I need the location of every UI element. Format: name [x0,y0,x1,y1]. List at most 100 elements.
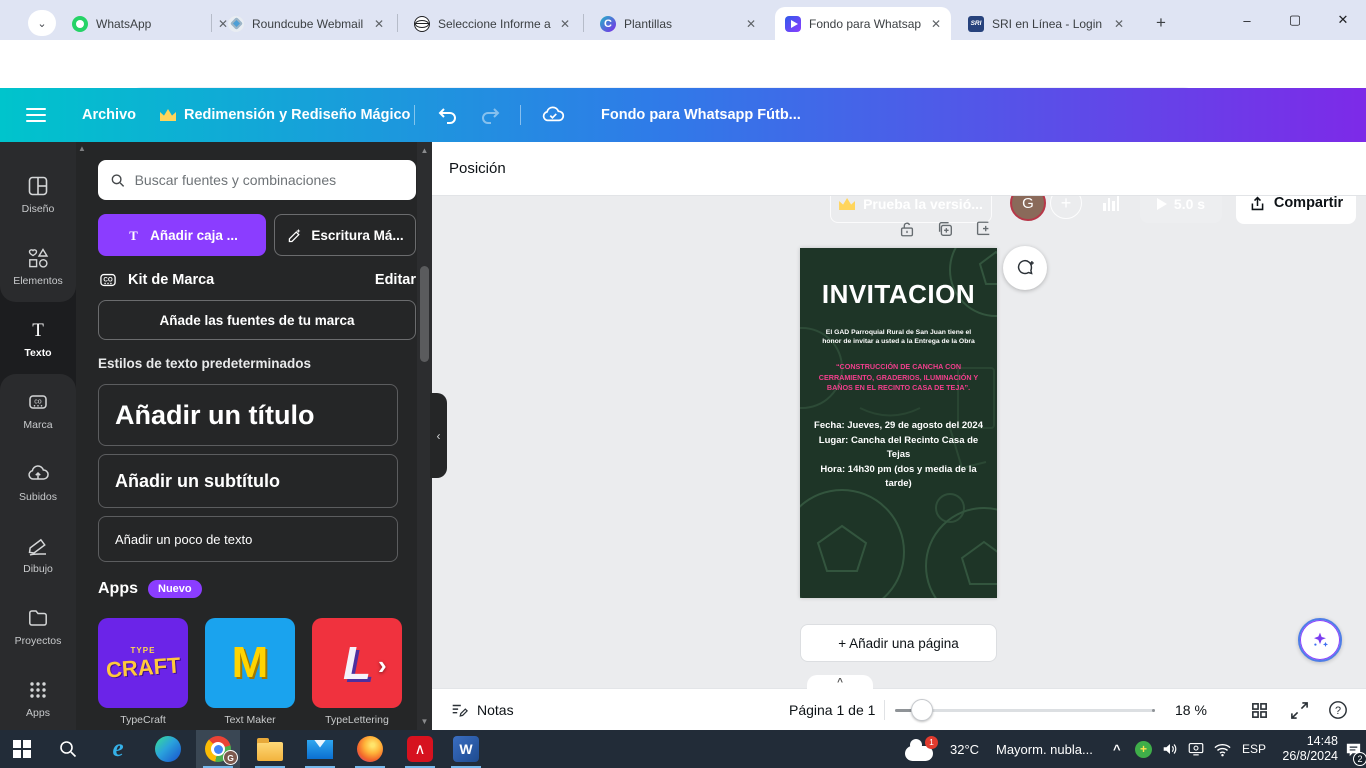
chevron-up-icon: ^ [1113,742,1121,757]
undo-button[interactable] [436,88,460,142]
chrome-profile-badge: G [223,750,238,765]
globe-icon [414,16,430,32]
scroll-down-icon[interactable]: ▼ [417,717,432,726]
sidebar-item-elementos[interactable]: Elementos [0,230,76,302]
zoom-level[interactable]: 18 % [1175,689,1207,731]
unlock-icon[interactable] [898,220,916,238]
page-panel-toggle[interactable]: ^ [807,675,873,689]
design-details-text[interactable]: Fecha: Jueves, 29 de agosto del 2024 Lug… [808,419,989,492]
duplicate-page-icon[interactable] [936,220,954,238]
search-input[interactable] [135,172,404,188]
close-icon[interactable]: ✕ [1114,17,1124,31]
taskbar-ie-icon[interactable]: e [96,730,140,768]
design-page[interactable]: INVITACION El GAD Parroquial Rural de Sa… [800,248,997,598]
start-button[interactable] [0,730,44,768]
add-comment-button[interactable] [1003,246,1047,290]
weather-widget[interactable]: 1 [905,730,933,768]
sidebar-item-texto-active[interactable]: T Texto [0,302,76,374]
magic-resize-menu[interactable]: Redimensión y Rediseño Mágico [160,88,410,142]
grid-view-button[interactable] [1250,689,1269,731]
tab-plantillas[interactable]: C Plantillas ✕ [590,7,766,40]
tab-fondo-whatsapp-active[interactable]: Fondo para Whatsap ✕ [775,7,951,40]
window-maximize-button[interactable]: ▢ [1272,0,1318,40]
word-glyph: W [459,741,472,757]
close-icon[interactable]: ✕ [931,17,941,31]
taskbar-edge-icon[interactable] [146,730,190,768]
fullscreen-button[interactable] [1290,689,1309,731]
taskbar-search-button[interactable] [46,730,90,768]
close-icon[interactable]: ✕ [374,17,384,31]
add-page-button[interactable]: + Añadir una página [800,624,997,662]
page-indicator[interactable]: Página 1 de 1 [789,689,875,731]
design-title-text[interactable]: INVITACION [800,279,997,310]
taskbar-mail-icon[interactable] [298,730,342,768]
sidebar-item-diseno[interactable]: Diseño [0,158,76,230]
help-button[interactable]: ? [1328,689,1348,731]
design-highlight-text[interactable]: “CONSTRUCCIÓN DE CANCHA CON CERRAMIENTO,… [818,362,979,394]
sidebar-item-subidos[interactable]: Subidos [0,446,76,518]
weather-temperature[interactable]: 32°C [950,730,979,768]
antivirus-icon [1135,741,1152,758]
file-menu[interactable]: Archivo [82,88,136,142]
taskbar-acrobat-icon[interactable]: ∧ [398,730,442,768]
sidebar-item-dibujo[interactable]: Dibujo [0,518,76,590]
taskbar-firefox-icon[interactable] [348,730,392,768]
add-page-icon[interactable] [974,220,992,238]
add-title-card[interactable]: Añadir un título [98,384,398,446]
close-icon[interactable]: ✕ [560,17,570,31]
window-minimize-button[interactable]: – [1224,0,1270,40]
apps-scroll-right-icon[interactable]: › [378,650,387,681]
tab-informe[interactable]: Seleccione Informe a ✕ [404,7,580,40]
cast-tray-icon[interactable] [1187,730,1205,768]
magic-assistant-button[interactable] [1298,618,1342,662]
sidebar-item-apps[interactable]: Apps [0,662,76,734]
tab-roundcube[interactable]: Roundcube Webmail ✕ [218,7,394,40]
taskbar-explorer-icon[interactable] [248,730,292,768]
add-brand-fonts-label: Añade las fuentes de tu marca [159,313,354,328]
new-tab-button[interactable]: + [1147,9,1175,37]
tab-search-button[interactable]: ⌄ [28,10,56,36]
scroll-up-icon[interactable]: ▲ [417,146,432,155]
design-intro-text[interactable]: El GAD Parroquial Rural de San Juan tien… [800,328,997,346]
main-menu-button[interactable] [26,88,46,142]
comment-plus-icon [1014,257,1036,279]
save-status-button[interactable] [540,88,566,142]
taskbar-chrome-active[interactable]: G [196,730,240,768]
redo-button[interactable] [478,88,502,142]
taskbar-word-icon[interactable]: W [444,730,488,768]
language-indicator[interactable]: ESP [1242,730,1266,768]
panel-scroll-up-icon[interactable]: ▲ [78,144,86,153]
tab-sri[interactable]: SRI SRI en Línea - Login ✕ [958,7,1134,40]
sidebar-item-marca[interactable]: co Marca [0,374,76,446]
window-close-button[interactable]: ✕ [1320,0,1366,40]
notes-button[interactable]: Notas [450,689,514,731]
play-icon [1157,198,1167,210]
design-title[interactable]: Fondo para Whatsapp Fútb... [601,88,801,142]
weather-condition[interactable]: Mayorm. nubla... [996,730,1108,768]
close-icon[interactable]: ✕ [746,17,756,31]
add-textbox-button[interactable]: T Añadir caja ... [98,214,266,256]
app-tile-typecraft[interactable]: TYPE CRAFT [98,618,188,708]
zoom-slider-knob[interactable] [911,699,933,721]
clock-widget[interactable]: 14:48 26/8/2024 [1272,730,1338,768]
add-brand-fonts-button[interactable]: Añade las fuentes de tu marca [98,300,416,340]
add-bodytext-card[interactable]: Añadir un poco de texto [98,516,398,562]
app-tile-typelettering[interactable]: L [312,618,402,708]
wifi-tray-icon[interactable] [1213,730,1232,768]
action-center-button[interactable]: 2 [1344,730,1363,768]
tray-expand-chevron[interactable]: ^ [1113,730,1121,768]
canva-video-icon [785,16,801,32]
app-tile-textmaker[interactable]: M [205,618,295,708]
panel-collapse-handle[interactable]: ‹ [430,393,447,478]
brand-edit-link[interactable]: Editar [375,272,416,288]
antivirus-tray-icon[interactable] [1135,730,1152,768]
font-search-box[interactable] [98,160,416,200]
sidebar-item-proyectos[interactable]: Proyectos [0,590,76,662]
volume-tray-icon[interactable] [1161,730,1179,768]
add-subtitle-card[interactable]: Añadir un subtítulo [98,454,398,508]
position-button[interactable]: Posición [449,160,506,177]
redo-icon [478,103,502,127]
zoom-slider[interactable] [895,709,1155,712]
scrollbar-thumb[interactable] [420,266,429,362]
magic-write-button[interactable]: Escritura Má... [274,214,416,256]
